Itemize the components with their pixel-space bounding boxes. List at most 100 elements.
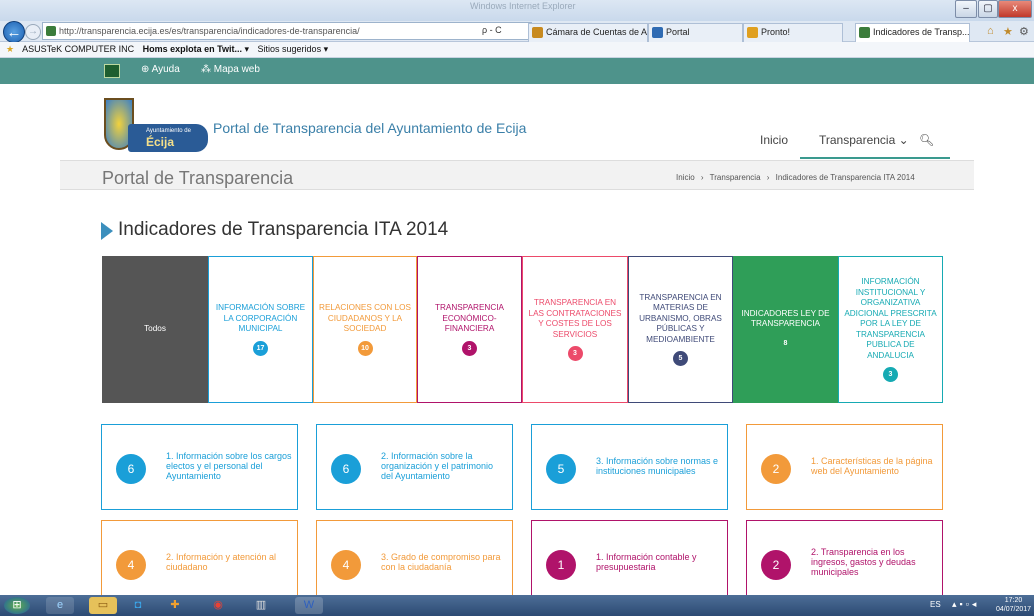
indicator-title: 3. Grado de compromiso para con la ciuda… — [381, 552, 501, 572]
chrome-taskbar-icon[interactable]: ◉ — [204, 597, 232, 614]
app-taskbar-icon[interactable]: ✚ — [161, 597, 189, 614]
menu-active-indicator — [800, 157, 950, 159]
favorite-asus[interactable]: ASUSTeK COMPUTER INC — [22, 44, 134, 54]
category-tile[interactable]: INDICADORES LEY DE TRANSPARENCIA 8 — [733, 256, 838, 403]
word-taskbar-icon[interactable]: W — [295, 597, 323, 614]
category-tile[interactable]: INFORMACIÓN INSTITUCIONAL Y ORGANIZATIVA… — [838, 256, 943, 403]
indicator-card[interactable]: 1 1. Información contable y presupuestari… — [531, 520, 728, 600]
indicator-card[interactable]: 4 3. Grado de compromiso para con la ciud… — [316, 520, 513, 600]
clock-date: 04/07/2017 — [996, 606, 1032, 613]
sitemap-link[interactable]: ⁂ Mapa web — [201, 64, 260, 75]
outlook-taskbar-icon[interactable]: ◘ — [124, 597, 152, 614]
junta-logo — [104, 64, 120, 78]
breadcrumb: Inicio › Transparencia › Indicadores de … — [676, 173, 919, 182]
address-text: http://transparencia.ecija.es/es/transpa… — [59, 26, 360, 36]
favorites-star-icon[interactable]: ★ — [6, 44, 14, 54]
sitemap-label: Mapa web — [213, 64, 260, 75]
breadcrumb-current: Indicadores de Transparencia ITA 2014 — [775, 173, 915, 182]
indicator-count-badge: 4 — [331, 550, 361, 580]
indicator-card[interactable]: 4 2. Información y atención al ciudadano — [101, 520, 298, 600]
indicator-count-badge: 2 — [761, 454, 791, 484]
address-bar[interactable]: http://transparencia.ecija.es/es/transpa… — [42, 22, 532, 40]
maximize-button[interactable]: ▢ — [978, 0, 998, 18]
help-link[interactable]: ⊕ Ayuda — [141, 64, 180, 75]
close-button[interactable]: x — [998, 0, 1032, 18]
indicator-count-badge: 4 — [116, 550, 146, 580]
home-icon[interactable]: ⌂ — [987, 25, 994, 37]
category-label: INFORMACIÓN SOBRE LA CORPORACIÓN MUNICIP… — [215, 303, 306, 334]
portal-favicon-icon — [652, 27, 663, 38]
gear-icon[interactable]: ⚙ — [1019, 25, 1029, 38]
indicator-count-badge: 1 — [546, 550, 576, 580]
category-count-badge: 5 — [673, 351, 688, 367]
indicator-title: 1. Información sobre los cargos electos … — [166, 451, 292, 481]
page-heading: Portal de Transparencia — [102, 168, 294, 188]
category-label: TRANSPARENCIA ECONÓMICO-FINANCIERA — [435, 303, 504, 334]
indicator-card[interactable]: 2 2. Transparencia en los ingresos, gasto… — [746, 520, 943, 600]
favorites-bar: ★ ASUSTeK COMPUTER INC Homs explota en T… — [0, 42, 1034, 58]
back-button[interactable]: ← — [3, 21, 25, 43]
category-label: INFORMACIÓN INSTITUCIONAL Y ORGANIZATIVA… — [844, 277, 937, 360]
star-icon[interactable]: ★ — [1003, 25, 1013, 38]
breadcrumb-separator: › — [766, 173, 770, 182]
menu-transparencia[interactable]: Transparencia ⌄ — [819, 133, 909, 147]
pronto-favicon-icon — [747, 27, 758, 38]
category-label: TRANSPARENCIA EN MATERIAS DE URBANISMO, … — [639, 292, 722, 344]
menu-inicio[interactable]: Inicio — [760, 133, 788, 147]
system-tray-icons[interactable]: ▴▪▫◂ — [952, 599, 979, 610]
category-tile[interactable]: RELACIONES CON LOS CIUDADANOS Y LA SOCIE… — [313, 256, 417, 403]
help-label: Ayuda — [151, 64, 180, 75]
category-count-badge: 3 — [462, 340, 477, 356]
indicator-title: 3. Información sobre normas e institucio… — [596, 456, 719, 476]
category-count-badge: 10 — [357, 340, 373, 356]
title-arrow-icon — [101, 222, 113, 240]
language-indicator[interactable]: ES — [930, 600, 941, 609]
indicator-card[interactable]: 6 1. Información sobre los cargos electos… — [101, 424, 298, 510]
breadcrumb-separator: › — [700, 173, 704, 182]
minimize-button[interactable]: – — [955, 0, 977, 18]
indicator-title: 2. Información sobre la organización y e… — [381, 451, 494, 481]
tab-portal[interactable]: Portal — [648, 23, 743, 42]
clock-time: 17:20 — [1004, 597, 1023, 604]
category-count-badge: 3 — [567, 346, 583, 361]
tab-pronto[interactable]: Pronto! — [743, 23, 843, 42]
tab-label: Pronto! — [761, 27, 791, 37]
favorite-suggested[interactable]: Sitios sugeridos ▾ — [258, 44, 329, 54]
tab-label: Portal — [666, 27, 690, 37]
breadcrumb-inicio[interactable]: Inicio — [676, 173, 695, 182]
ie-taskbar-icon[interactable]: e — [46, 597, 74, 614]
tab-label: Cámara de Cuentas de A... — [546, 27, 648, 37]
search-icon[interactable]: 🔍︎ — [919, 133, 934, 147]
breadcrumb-transparencia[interactable]: Transparencia — [710, 173, 761, 182]
tab-camara[interactable]: Cámara de Cuentas de A... — [528, 23, 648, 42]
site-title[interactable]: Portal de Transparencia del Ayuntamiento… — [213, 120, 526, 136]
category-label: Todos — [144, 324, 166, 334]
indicator-count-badge: 6 — [331, 454, 361, 484]
indicator-card[interactable]: 5 3. Información sobre normas e instituci… — [531, 424, 728, 510]
category-tile[interactable]: Todos — [102, 256, 208, 403]
indicator-title: 2. Información y atención al ciudadano — [166, 552, 277, 572]
tab-indicadores[interactable]: Indicadores de Transp... — [855, 23, 970, 42]
category-tile[interactable]: TRANSPARENCIA EN MATERIAS DE URBANISMO, … — [628, 256, 733, 403]
category-tile[interactable]: TRANSPARENCIA ECONÓMICO-FINANCIERA 3 — [417, 256, 522, 403]
indicator-card[interactable]: 2 1. Características de la página web del… — [746, 424, 943, 510]
explorer-taskbar-icon[interactable]: ▭ — [89, 597, 117, 614]
start-button[interactable]: ⊞ — [4, 597, 30, 614]
indicator-count-badge: 6 — [116, 454, 146, 484]
indicator-card[interactable]: 6 2. Información sobre la organización y … — [316, 424, 513, 510]
ayuntamiento-logo[interactable]: Ayuntamiento de Écija — [128, 124, 208, 152]
clock[interactable]: 17:20 04/07/2017 — [996, 596, 1031, 614]
category-tile[interactable]: INFORMACIÓN SOBRE LA CORPORACIÓN MUNICIP… — [208, 256, 313, 403]
indicator-title: 1. Información contable y presupuestaria — [596, 552, 697, 572]
tab-label: Indicadores de Transp... — [873, 27, 970, 37]
app-taskbar-icon-2[interactable]: ▥ — [247, 597, 275, 614]
indicator-title: 2. Transparencia en los ingresos, gastos… — [811, 547, 916, 577]
address-controls[interactable]: ρ - C — [482, 25, 502, 35]
site-favicon-icon — [46, 26, 56, 36]
category-label: TRANSPARENCIA EN LAS CONTRATACIONES Y CO… — [528, 298, 622, 339]
favorite-homs[interactable]: Homs explota en Twit... ▾ — [143, 44, 249, 54]
category-tile[interactable]: TRANSPARENCIA EN LAS CONTRATACIONES Y CO… — [522, 256, 628, 403]
forward-button[interactable]: → — [25, 24, 41, 40]
category-count-badge: 17 — [253, 340, 268, 356]
category-count-badge: 3 — [883, 367, 898, 382]
